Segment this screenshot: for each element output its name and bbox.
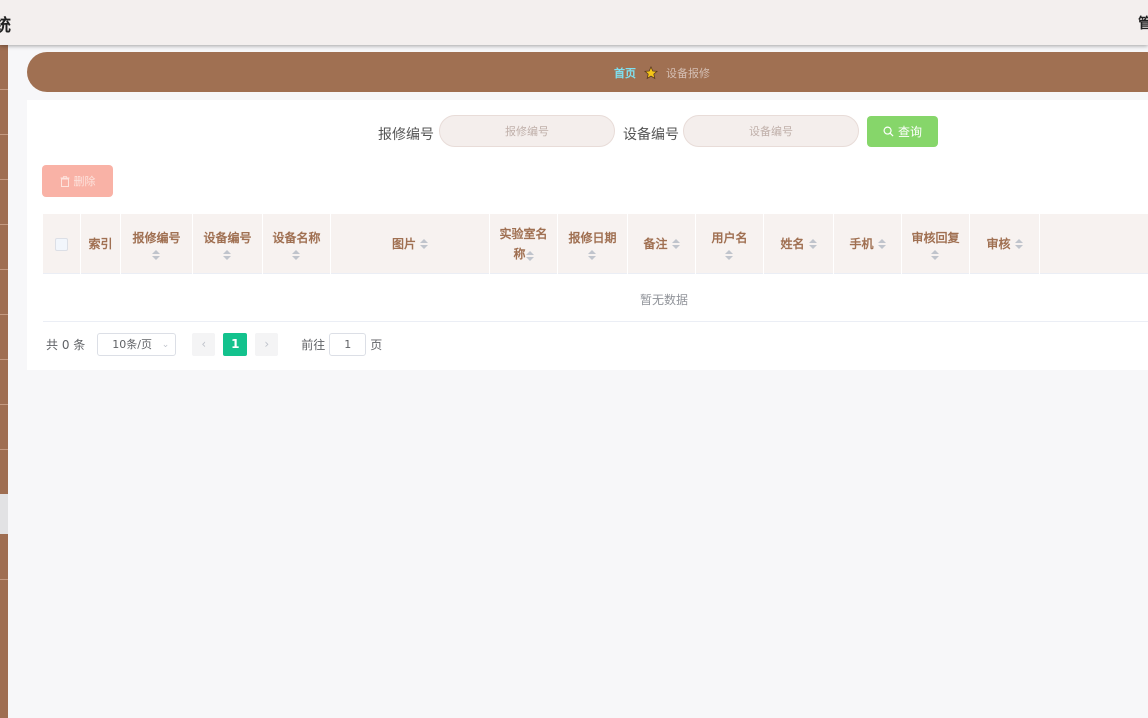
- sidebar-divider: [0, 404, 8, 405]
- chevron-down-icon: ⌄: [161, 339, 170, 350]
- column-header-label: 报修编号: [132, 231, 181, 245]
- breadcrumb-current: 设备报修: [666, 67, 710, 80]
- sidebar-divider: [0, 449, 8, 450]
- column-header-label: 实验室名: [499, 227, 548, 241]
- empty-state-text: 暂无数据: [640, 293, 689, 307]
- column-header-repair-no[interactable]: 报修编号: [121, 214, 193, 274]
- column-header-label: 图片: [391, 237, 416, 251]
- column-header-phone[interactable]: 手机: [834, 214, 902, 274]
- sidebar-divider: [0, 269, 8, 270]
- delete-button-label: 删除: [73, 175, 96, 188]
- delete-button[interactable]: 删除: [42, 165, 113, 197]
- breadcrumb: 首页 设备报修: [614, 65, 710, 81]
- column-header-device-name[interactable]: 设备名称: [263, 214, 331, 274]
- device-no-label: 设备编号: [623, 127, 679, 143]
- table-empty-row: [43, 274, 1148, 322]
- column-header-review[interactable]: 审核: [970, 214, 1040, 274]
- goto-page-input[interactable]: [329, 332, 367, 356]
- column-header-index: 索引: [81, 214, 121, 274]
- pagination: 共 0 条 10条/页 ⌄ ‹ 1 › 前往 页: [46, 332, 382, 356]
- column-header-label: 用户名: [711, 231, 748, 245]
- page-suffix: 页: [370, 337, 383, 352]
- sidebar-divider: [0, 179, 8, 180]
- column-header-label: 设备名称: [272, 231, 321, 245]
- column-header-label: 称: [513, 247, 526, 261]
- column-header-label: 审核回复: [911, 231, 960, 245]
- column-header-label: 审核: [986, 237, 1011, 251]
- sort-icon[interactable]: [877, 239, 886, 249]
- column-header-label: 姓名: [780, 237, 805, 251]
- page-size-value: 10条/页: [112, 338, 152, 351]
- sidebar-divider: [0, 224, 8, 225]
- main-panel: 报修编号 设备编号 查询 删除 索引 报修编号 设备编号 设备名称: [27, 100, 1148, 370]
- sidebar-divider: [0, 89, 8, 90]
- sort-icon[interactable]: [1014, 239, 1023, 249]
- page-number-current[interactable]: 1: [223, 332, 248, 356]
- sort-icon[interactable]: [292, 250, 301, 260]
- column-header-review-reply[interactable]: 审核回复: [902, 214, 970, 274]
- column-header-label: 设备编号: [203, 231, 252, 245]
- header-right-text: 管: [1138, 16, 1148, 32]
- query-button[interactable]: 查询: [867, 116, 938, 147]
- chevron-left-icon: ‹: [201, 337, 207, 351]
- column-header-repair-date[interactable]: 报修日期: [558, 214, 628, 274]
- page-size-select[interactable]: 10条/页 ⌄: [97, 332, 177, 356]
- column-header-label: 报修日期: [568, 231, 617, 245]
- column-header-username[interactable]: 用户名: [696, 214, 764, 274]
- sort-icon[interactable]: [152, 250, 161, 260]
- column-header-name[interactable]: 姓名: [764, 214, 834, 274]
- sort-icon[interactable]: [420, 239, 428, 249]
- star-icon: [644, 66, 658, 80]
- repair-no-label: 报修编号: [378, 127, 434, 143]
- sort-icon[interactable]: [588, 250, 597, 260]
- prev-page-button[interactable]: ‹: [192, 332, 216, 356]
- sort-icon[interactable]: [671, 239, 680, 249]
- column-header-device-no[interactable]: 设备编号: [193, 214, 263, 274]
- top-header: 统 管: [0, 0, 1148, 45]
- sort-icon[interactable]: [223, 250, 232, 260]
- next-page-button[interactable]: ›: [255, 332, 279, 356]
- search-icon: [883, 126, 894, 137]
- sort-icon[interactable]: [931, 250, 940, 260]
- chevron-right-icon: ›: [264, 337, 270, 351]
- column-header-image[interactable]: 图片: [331, 214, 490, 274]
- trash-icon: [60, 175, 69, 187]
- sidebar-divider: [0, 314, 8, 315]
- sort-icon[interactable]: [725, 250, 734, 260]
- column-header-label: 备注: [643, 237, 668, 251]
- select-all-checkbox[interactable]: [55, 237, 68, 251]
- query-button-label: 查询: [897, 125, 922, 139]
- column-header-lab-name[interactable]: 实验室名称: [490, 214, 558, 274]
- sidebar-divider: [0, 134, 8, 135]
- sidebar: [0, 45, 8, 718]
- breadcrumb-bar: 首页 设备报修: [27, 52, 1148, 92]
- sidebar-divider: [0, 359, 8, 360]
- device-no-input[interactable]: [683, 115, 859, 147]
- column-header-label: 手机: [849, 237, 874, 251]
- sort-icon[interactable]: [525, 250, 534, 261]
- pagination-total: 共 0 条: [46, 337, 86, 352]
- goto-label: 前往: [301, 337, 326, 352]
- select-all-cell: [43, 214, 81, 274]
- sort-icon[interactable]: [808, 239, 817, 249]
- data-table: 索引 报修编号 设备编号 设备名称 图片 实验室名称 报修日期 备注 用户名 姓…: [43, 214, 1148, 322]
- column-header-label: 索引: [88, 237, 113, 251]
- table-header: 索引 报修编号 设备编号 设备名称 图片 实验室名称 报修日期 备注 用户名 姓…: [43, 214, 1148, 274]
- app-title: 统: [0, 16, 11, 36]
- breadcrumb-home-link[interactable]: 首页: [614, 65, 636, 81]
- column-header-remark[interactable]: 备注: [628, 214, 696, 274]
- sidebar-divider: [0, 579, 8, 580]
- repair-no-input[interactable]: [439, 115, 615, 147]
- sidebar-item-active[interactable]: [0, 494, 8, 534]
